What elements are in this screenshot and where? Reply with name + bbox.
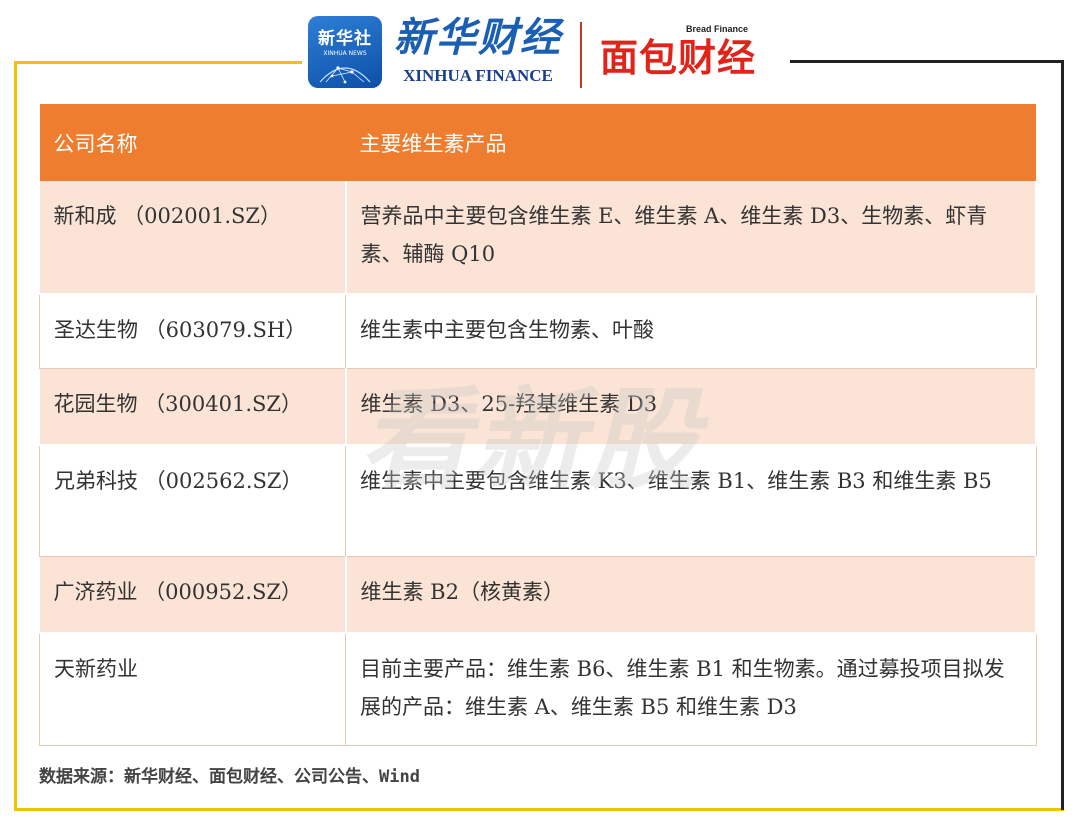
table-header-row: 公司名称 主要维生素产品: [39, 104, 1036, 181]
cell-products: 维生素中主要包含生物素、叶酸: [345, 294, 1037, 369]
data-source-note: 数据来源：新华财经、面包财经、公司公告、Wind: [39, 767, 420, 787]
table-row: 新和成 （002001.SZ） 营养品中主要包含维生素 E、维生素 A、维生素 …: [39, 181, 1037, 295]
logo-divider: [580, 22, 582, 88]
column-header-company: 公司名称: [39, 104, 346, 181]
xinhua-badge-subtitle: XINHUA NEWS: [323, 50, 367, 57]
table-row: 兄弟科技 （002562.SZ） 维生素中主要包含维生素 K3、维生素 B1、维…: [39, 445, 1037, 557]
xinhua-news-logo: 新华社 XINHUA NEWS: [308, 16, 382, 88]
cell-products: 维生素 B2（核黄素）: [345, 556, 1037, 634]
network-globe-icon: [319, 66, 371, 84]
frame-line-top-right: [790, 60, 1064, 63]
cell-company: 兄弟科技 （002562.SZ）: [39, 445, 346, 557]
bread-finance-logo-en: Bread Finance: [686, 24, 749, 34]
cell-company: 圣达生物 （603079.SH）: [39, 294, 346, 369]
xinhua-badge-title: 新华社: [318, 29, 372, 49]
column-header-products: 主要维生素产品: [345, 104, 1036, 181]
table-row: 广济药业 （000952.SZ） 维生素 B2（核黄素）: [39, 556, 1037, 634]
cell-products: 维生素 D3、25-羟基维生素 D3: [345, 368, 1037, 446]
cell-company: 花园生物 （300401.SZ）: [39, 368, 347, 446]
frame-line-right: [1061, 60, 1064, 810]
cell-products: 维生素中主要包含维生素 K3、维生素 B1、维生素 B3 和维生素 B5: [345, 445, 1037, 557]
frame-line-top-left: [14, 61, 302, 64]
cell-products: 营养品中主要包含维生素 E、维生素 A、维生素 D3、生物素、虾青素、辅酶 Q1…: [345, 181, 1037, 295]
cell-company: 广济药业 （000952.SZ）: [39, 556, 347, 634]
table-row: 天新药业 目前主要产品：维生素 B6、维生素 B1 和生物素。通过募投项目拟发展…: [39, 633, 1037, 746]
cell-products: 目前主要产品：维生素 B6、维生素 B1 和生物素。通过募投项目拟发展的产品：维…: [345, 633, 1037, 746]
cell-company: 天新药业: [39, 633, 346, 746]
xinhua-finance-logo-en: XINHUA FINANCE: [403, 66, 553, 85]
frame-line-bottom: [14, 808, 1064, 811]
cell-company: 新和成 （002001.SZ）: [39, 181, 347, 295]
table-row: 花园生物 （300401.SZ） 维生素 D3、25-羟基维生素 D3: [39, 368, 1037, 446]
table-row: 圣达生物 （603079.SH） 维生素中主要包含生物素、叶酸: [39, 294, 1037, 369]
xinhua-finance-logo-cn: 新华财经: [394, 14, 562, 61]
bread-finance-logo-cn: 面包财经: [600, 36, 757, 80]
frame-line-left: [14, 61, 17, 811]
vitamin-products-table: 公司名称 主要维生素产品 新和成 （002001.SZ） 营养品中主要包含维生素…: [39, 104, 1037, 746]
